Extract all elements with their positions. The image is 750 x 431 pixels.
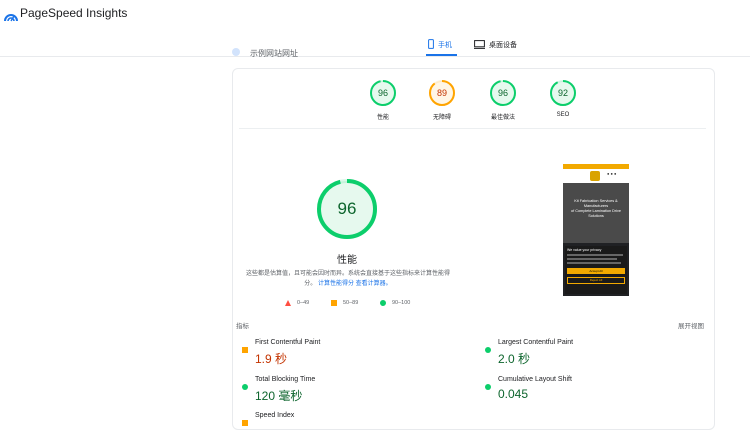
gauge-score-seo: 92 (557, 88, 568, 98)
metric-tbt-value: 120 毫秒 (255, 389, 303, 403)
gauge-label-accessibility: 无障碍 (432, 115, 451, 121)
gauge-label-best-practices: 最佳做法 (490, 115, 515, 121)
card-separator (239, 128, 706, 129)
shot-cookie-line (567, 254, 623, 256)
gauge-score-best-practices: 96 (497, 88, 508, 98)
main-performance-score: 96 (337, 199, 357, 218)
score-description: 这些都是估算值，且可能会因时而异。系统会直接基于这些指标来计算性能得分。 计算性… (246, 269, 450, 289)
shot-header: ● ● ● (563, 169, 629, 183)
metric-lcp-name: Largest Contentful Paint (498, 339, 574, 346)
shot-header-icons: ● ● ● (607, 171, 617, 176)
main-performance-gauge: 96 (316, 178, 378, 240)
metric-cls-name: Cumulative Layout Shift (498, 376, 572, 383)
gauge-label-seo: SEO (556, 112, 570, 118)
metric-tbt-name: Total Blocking Time (255, 376, 316, 383)
shot-cookie-banner: We value your privacy Accept All Reject … (565, 246, 627, 294)
shot-cookie-line (567, 258, 617, 260)
gauge-best-practices[interactable]: 96 最佳做法 (489, 79, 517, 121)
site-favicon-icon (232, 48, 240, 56)
metric-lcp-value: 2.0 秒 (498, 352, 531, 366)
gauge-seo[interactable]: 92 SEO (549, 79, 577, 118)
triangle-icon (285, 300, 291, 306)
metric-si-name: Speed Index (255, 412, 295, 419)
shot-logo-icon (590, 171, 600, 181)
expand-view-toggle[interactable]: 展开视图 (678, 320, 704, 330)
metric-cls-status-icon (485, 377, 491, 390)
legend-fail: 0–49 (285, 300, 309, 306)
shot-cookie-title: We value your privacy (567, 248, 602, 252)
circle-icon (380, 300, 386, 306)
gauge-score-accessibility: 89 (436, 88, 447, 98)
tested-url[interactable]: 示例网站网址 (250, 48, 298, 59)
legend-average-label: 50–89 (343, 300, 359, 306)
legend-pass: 90–100 (380, 300, 410, 306)
shot-hero-text: Kit Fabrication Services & Manufacturers… (566, 199, 626, 219)
gauge-score-performance: 96 (377, 88, 388, 98)
view-calculator-link[interactable]: 查看计算器。 (356, 281, 392, 287)
legend-fail-label: 0–49 (297, 300, 310, 306)
phone-icon (428, 39, 434, 51)
metric-lcp-status-icon (485, 340, 491, 353)
tab-desktop[interactable]: 桌面设备 (474, 36, 517, 54)
metric-tbt-status-icon (242, 377, 248, 390)
gauge-performance[interactable]: 96 性能 (369, 79, 397, 121)
metric-cls-value: 0.045 (498, 387, 529, 401)
shot-hero: Kit Fabrication Services & Manufacturers… (563, 183, 629, 243)
metrics-section-label: 指标 (236, 323, 249, 330)
legend-pass-label: 90–100 (392, 300, 411, 306)
tab-mobile-label: 手机 (438, 42, 452, 49)
metric-fcp-name: First Contentful Paint (255, 339, 321, 346)
metric-fcp-value: 1.9 秒 (255, 352, 288, 366)
square-icon (331, 300, 337, 306)
shot-cookie-line (567, 262, 621, 264)
main-performance-title: 性能 (337, 255, 357, 266)
tab-mobile[interactable]: 手机 (428, 36, 452, 54)
shot-reject-button: Reject All (567, 277, 625, 284)
calc-score-link[interactable]: 计算性能得分 (318, 281, 354, 287)
desktop-icon (474, 39, 485, 51)
metric-si-status-icon (242, 413, 248, 426)
legend-average: 50–89 (331, 300, 358, 306)
app-title: PageSpeed Insights (20, 6, 128, 20)
metric-fcp-status-icon (242, 340, 248, 353)
gauge-accessibility[interactable]: 89 无障碍 (428, 79, 456, 121)
page-screenshot: ● ● ● Kit Fabrication Services & Manufac… (563, 164, 629, 296)
pagespeed-logo-icon (4, 9, 18, 22)
header-divider (0, 56, 750, 57)
shot-accept-button: Accept All (567, 268, 625, 274)
gauge-label-performance: 性能 (376, 115, 389, 121)
tab-desktop-label: 桌面设备 (489, 42, 517, 49)
shot-hero-line: Solutions (588, 214, 604, 218)
